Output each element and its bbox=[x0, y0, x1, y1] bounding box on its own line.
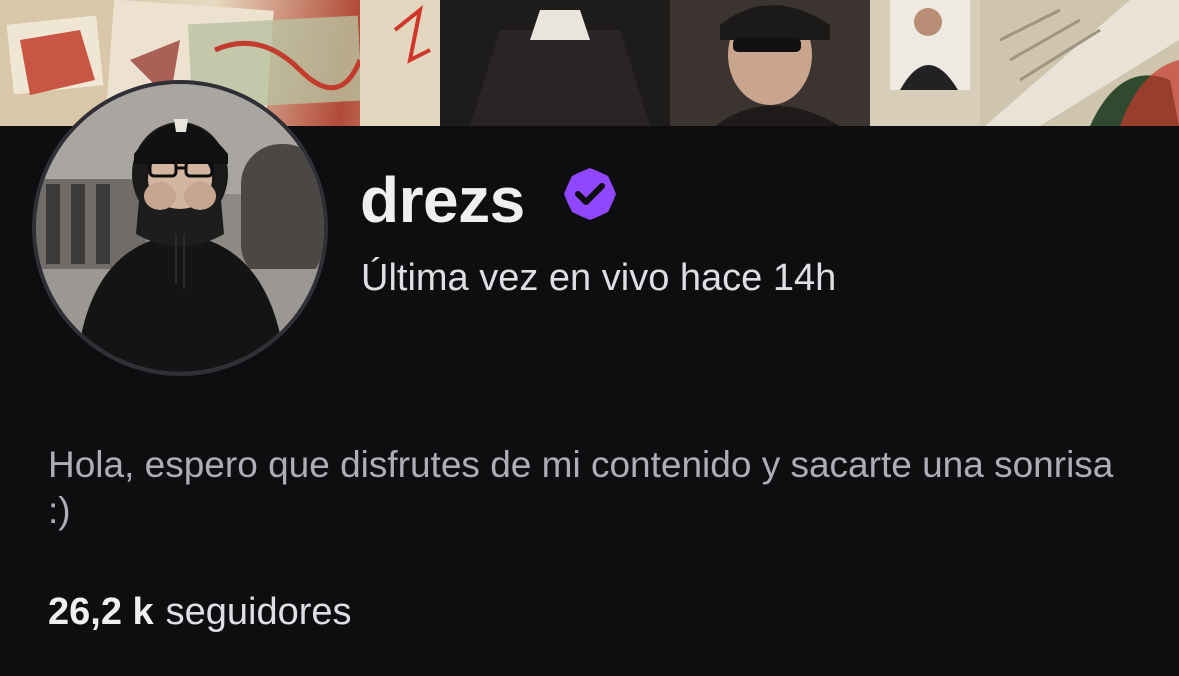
followers-stat: 26,2 k seguidores bbox=[48, 590, 352, 634]
channel-bio: Hola, espero que disfrutes de mi conteni… bbox=[48, 444, 1114, 531]
verified-badge-icon[interactable] bbox=[562, 166, 618, 222]
channel-name: drezs bbox=[360, 164, 525, 236]
followers-label: seguidores bbox=[165, 591, 352, 633]
channel-avatar[interactable] bbox=[32, 80, 328, 376]
followers-count: 26,2 k bbox=[48, 591, 154, 633]
avatar-photo bbox=[36, 84, 324, 372]
last-live-status: Última vez en vivo hace 14h bbox=[361, 257, 837, 299]
